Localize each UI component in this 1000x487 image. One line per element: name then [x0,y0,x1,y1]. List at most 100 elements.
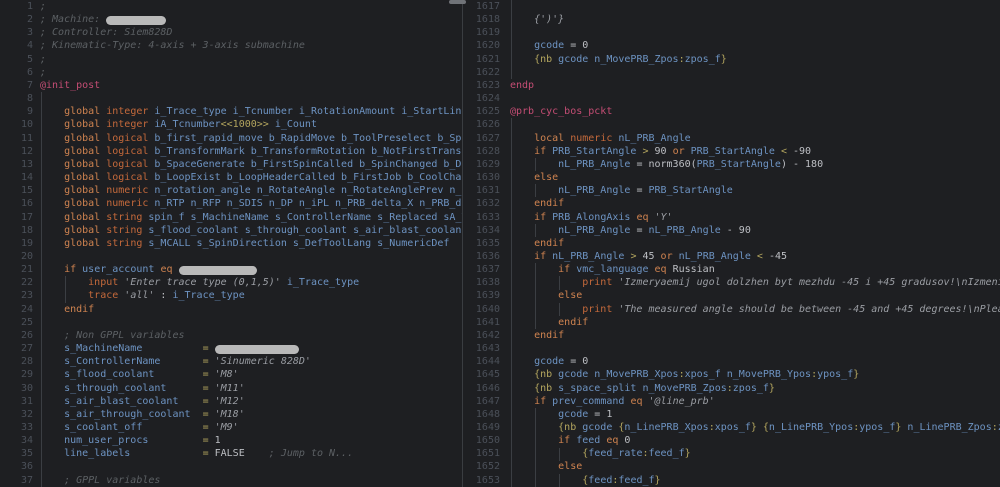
code-line[interactable]: 1636 if nL_PRB_Angle > 45 or nL_PRB_Angl… [463,250,1000,263]
code-line[interactable]: 26 ; Non GPPL variables [0,329,462,342]
code-line[interactable]: 1623 endp [463,79,1000,92]
code-line[interactable]: 35 line_labels = FALSE ; Jump to N... [0,447,462,460]
code-line[interactable]: 24 endif [0,303,462,316]
code-line[interactable]: 31 s_air_blast_coolant = 'M12' [0,395,462,408]
code-line[interactable]: 25 [0,316,462,329]
code-line[interactable]: 10 global integer iA_Tcnumber<<1000>> i_… [0,118,462,131]
code-line[interactable]: 1643 [463,342,1000,355]
code-line[interactable]: 1622 [463,66,1000,79]
code-line[interactable]: 1624 [463,92,1000,105]
line-number: 1631 [475,185,500,197]
code-line[interactable]: 1; [0,0,462,13]
code-line[interactable]: 1648 gcode = 1 [463,408,1000,421]
code-text: @init_post [40,79,101,91]
code-line[interactable]: 11 global logical b_first_rapid_move b_R… [0,132,462,145]
code-line[interactable]: 3 ; Controller: Siem828D [0,26,462,39]
line-number: 1650 [475,435,500,447]
code-line[interactable]: 7 @init_post [0,79,462,92]
code-text: local numeric nL_PRB_Angle [510,132,691,144]
code-line[interactable]: 1621 {nb gcode n_MovePRB_Zpos:zpos_f} [463,53,1000,66]
code-line[interactable]: 9 global integer i_Trace_type i_Tcnumber… [0,105,462,118]
line-number: 15 [20,185,33,197]
line-number: 27 [20,343,33,355]
code-line[interactable]: 20 [0,250,462,263]
code-line[interactable]: 1625 @prb_cyc_bos_pckt [463,105,1000,118]
code-line[interactable]: 32 s_air_through_coolant = 'M18' [0,408,462,421]
code-line[interactable]: 28 s_ControllerName = 'Sinumeric 828D' [0,355,462,368]
code-line[interactable]: 15 global numeric n_rotation_angle n_Rot… [0,184,462,197]
code-text: global logical b_SpaceGenerate b_FirstSp… [40,158,462,170]
code-line[interactable]: 1641 endif [463,316,1000,329]
code-text: if vmc_language eq Russian [510,264,715,276]
code-text: {feed:feed_f} [510,474,661,486]
code-line[interactable]: 1651 {feed_rate:feed_f} [463,447,1000,460]
code-line[interactable]: 1645 {nb gcode n_MovePRB_Xpos:xpos_f n_M… [463,368,1000,381]
code-line[interactable]: 1644 gcode = 0 [463,355,1000,368]
code-line[interactable]: 33 s_coolant_off = 'M9' [0,421,462,434]
code-line[interactable]: 16 global numeric n_RTP n_RFP n_SDIS n_D… [0,197,462,210]
code-line[interactable]: 23 trace 'all' : i_Trace_type [0,289,462,302]
code-line[interactable]: 4 ; Kinematic-Type: 4-axis + 3-axis subma… [0,39,462,52]
code-line[interactable]: 12 global logical b_TransformMark b_Tran… [0,145,462,158]
code-line[interactable]: 1650 if feed eq 0 [463,434,1000,447]
code-line[interactable]: 1629 nL_PRB_Angle = norm360(PRB_StartAng… [463,158,1000,171]
code-line[interactable]: 1635 endif [463,237,1000,250]
code-text: if user_account eq [40,263,462,276]
code-line[interactable]: 19 global string s_MCALL s_SpinDirection… [0,237,462,250]
code-line[interactable]: 1631 nL_PRB_Angle = PRB_StartAngle [463,184,1000,197]
code-text: s_MachineName = [40,342,462,355]
code-line[interactable]: 36 [0,460,462,473]
line-number: 5 [26,53,33,65]
code-line[interactable]: 1633 if PRB_AlongAxis eq 'Y' [463,211,1000,224]
code-line[interactable]: 17 global string spin_f s_MachineName s_… [0,211,462,224]
code-line[interactable]: 1632 endif [463,197,1000,210]
line-number: 1633 [475,211,500,223]
code-line[interactable]: 1617 [463,0,1000,13]
code-line[interactable]: 1627 local numeric nL_PRB_Angle [463,132,1000,145]
code-line[interactable]: 1628 if PRB_StartAngle > 90 or PRB_Start… [463,145,1000,158]
code-line[interactable]: 1649 {nb gcode {n_LinePRB_Xpos:xpos_f} {… [463,421,1000,434]
code-line[interactable]: 34 num_user_procs = 1 [0,434,462,447]
code-line[interactable]: 1646 {nb s_space_split n_MovePRB_Zpos:zp… [463,382,1000,395]
code-line[interactable]: 1647 if prev_command eq '@line_prb' [463,395,1000,408]
code-line[interactable]: 1638 print 'Izmeryaemij ugol dolzhen byt… [463,276,1000,289]
code-line[interactable]: 13 global logical b_SpaceGenerate b_Firs… [0,158,462,171]
code-line[interactable]: 5; [0,53,462,66]
code-line[interactable]: 1640 print 'The measured angle should be… [463,303,1000,316]
editor-left-pane[interactable]: 1; 2; Machine: 3; Controller: Siem828D 4; … [0,0,462,487]
code-line[interactable]: 37 ; GPPL variables [0,474,462,487]
code-line[interactable]: 1626 [463,118,1000,131]
line-number: 22 [20,277,33,289]
code-line[interactable]: 2 ; Machine: [0,13,462,26]
line-number: 36 [20,461,33,473]
code-line[interactable]: 22 input 'Enter trace type (0,1,5)' i_Tr… [0,276,462,289]
line-number: 37 [20,474,33,486]
code-line[interactable]: 1639 else [463,289,1000,302]
code-line[interactable]: 1653 {feed:feed_f} [463,474,1000,487]
code-line[interactable]: 18 global string s_flood_coolant s_throu… [0,224,462,237]
code-line[interactable]: 1634 nL_PRB_Angle = nL_PRB_Angle - 90 [463,224,1000,237]
code-line[interactable]: 30 s_through_coolant = 'M11' [0,382,462,395]
code-line[interactable]: 6; [0,66,462,79]
line-number: 2 [26,14,33,26]
code-line[interactable]: 21 if user_account eq [0,263,462,276]
code-line[interactable]: 1630 else [463,171,1000,184]
code-line[interactable]: 1619 [463,26,1000,39]
line-number: 33 [20,422,33,433]
code-line[interactable]: 14 global logical b_LoopExist b_LoopHead… [0,171,462,184]
code-line[interactable]: 29 s_flood_coolant = 'M8' [0,368,462,381]
code-line[interactable]: 1652 else [463,460,1000,473]
code-text: s_ControllerName = 'Sinumeric 828D' [40,356,311,368]
code-line[interactable]: 8 [0,92,462,105]
code-line[interactable]: 1642 endif [463,329,1000,342]
code-line[interactable]: 1620 gcode = 0 [463,39,1000,52]
line-number: 1629 [475,158,500,170]
code-line[interactable]: 1618 {')'} [463,13,1000,26]
code-line[interactable]: 27 s_MachineName = [0,342,462,355]
code-line[interactable]: 1637 if vmc_language eq Russian [463,263,1000,276]
editor-right-pane[interactable]: 1617 1618 {')'} 1619 1620 gcode = 0 1621 {nb… [463,0,1000,487]
code-text: s_air_through_coolant = 'M18' [40,408,245,420]
code-text: else [510,290,583,302]
vertical-scrollbar-thumb[interactable] [449,0,466,4]
